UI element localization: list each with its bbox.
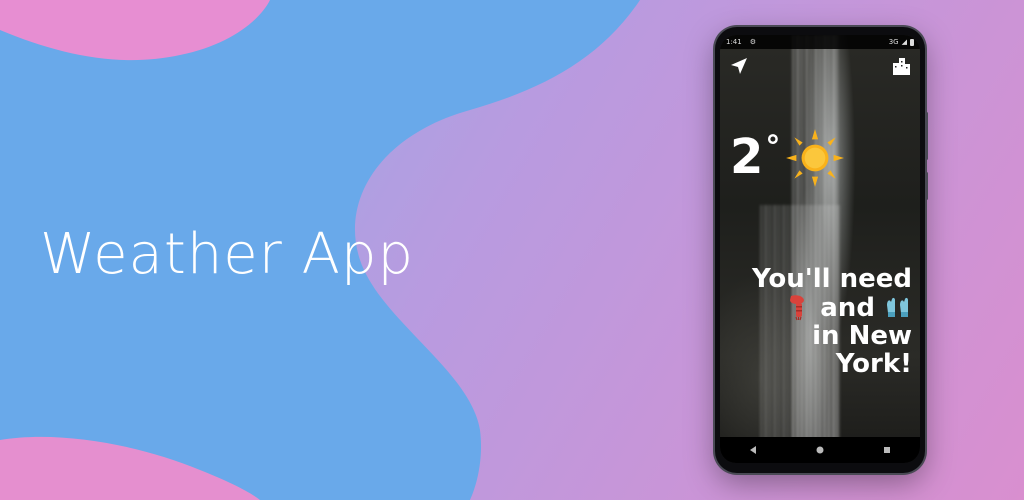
temperature-value: 2 [730, 129, 764, 185]
hero-title: Weather App [40, 222, 414, 287]
back-icon[interactable] [746, 443, 760, 457]
temperature-unit: ° [765, 130, 781, 165]
temperature-display: 2 ° [730, 129, 846, 189]
phone-screen: 1:41 ⚙ 3G ◢ 2 ° You'll need and in New Y… [720, 35, 920, 463]
scarf-icon [790, 295, 805, 321]
settings-gear-icon: ⚙ [749, 38, 757, 46]
message-line-3: in New [812, 321, 912, 352]
status-network: 3G [888, 38, 899, 46]
signal-icon: ◢ [901, 38, 907, 46]
phone-power-button [925, 172, 928, 200]
message-and-word: and [820, 293, 875, 324]
message-line-4: York! [835, 349, 912, 380]
clothing-message: You'll need and in New York! [722, 265, 912, 378]
android-nav-bar [720, 437, 920, 463]
recents-icon[interactable] [880, 443, 894, 457]
phone-mockup: 1:41 ⚙ 3G ◢ 2 ° You'll need and in New Y… [715, 27, 928, 473]
navigation-arrow-icon[interactable] [728, 55, 750, 77]
message-line-1: You'll need [751, 264, 912, 294]
phone-volume-button [925, 112, 928, 160]
battery-icon [910, 38, 914, 46]
status-bar: 1:41 ⚙ 3G ◢ [720, 35, 920, 49]
promo-canvas: Weather App 1:41 ⚙ 3G ◢ 2 ° You'll need … [0, 0, 1024, 500]
gloves-icon [887, 297, 908, 318]
status-time: 1:41 [726, 38, 742, 46]
sun-icon [786, 129, 845, 187]
home-icon[interactable] [813, 443, 827, 457]
city-buildings-icon[interactable] [890, 55, 912, 77]
message-line-2: and [722, 293, 912, 322]
